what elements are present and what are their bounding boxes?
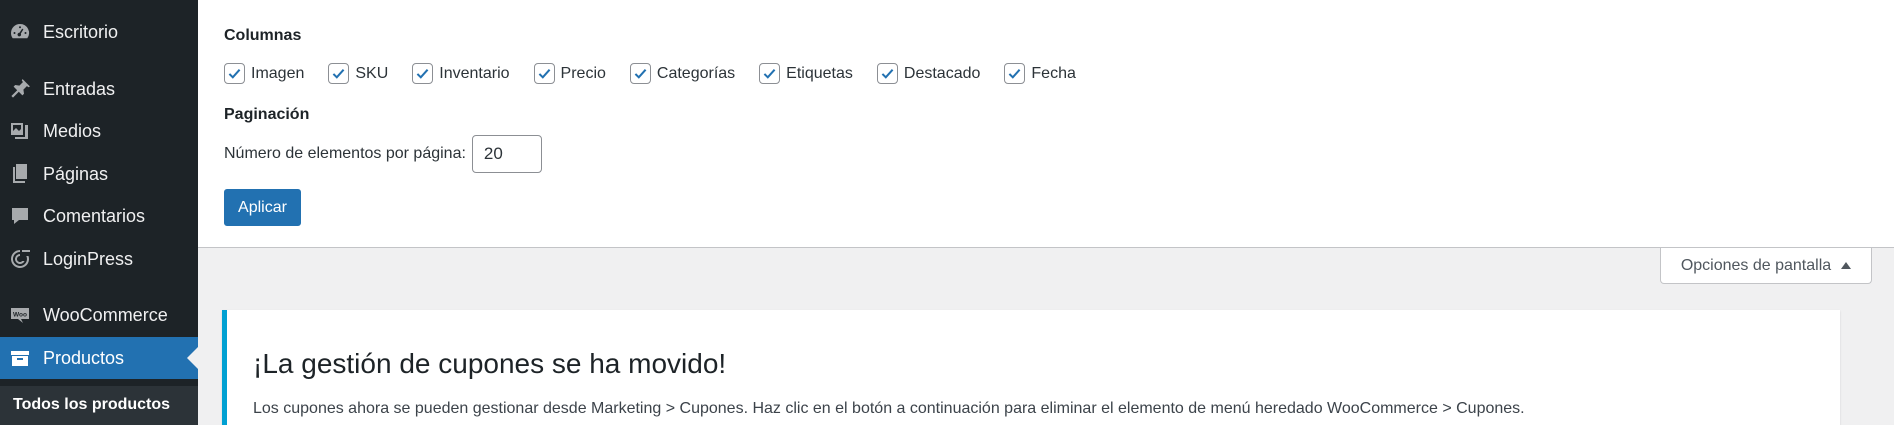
checkmark-icon [416,68,429,79]
checkmark-icon [763,68,776,79]
svg-text:Woo: Woo [13,312,27,319]
column-label: Imagen [251,64,305,82]
sidebar-item-medios[interactable]: Medios [0,110,198,152]
sidebar-item-label: Comentarios [43,205,146,226]
column-label: Precio [560,64,606,82]
checkbox[interactable] [876,63,898,84]
sidebar-item-escritorio[interactable]: Escritorio [0,11,198,53]
per-page-row: Número de elementos por página: [224,135,542,173]
column-label: Categorías [656,64,736,82]
column-toggle-imagen[interactable]: Imagen [224,63,304,84]
column-toggle-fecha[interactable]: Fecha [1004,63,1076,84]
pagination-heading: Paginación [224,106,310,123]
screen-options-toggle-button[interactable]: Opciones de pantalla [1660,248,1872,284]
sidebar-item-label: Productos [43,347,125,368]
apply-button[interactable]: Aplicar [224,189,301,226]
sidebar-item-woocommerce[interactable]: Woo WooCommerce [0,294,198,336]
sidebar-item-comentarios[interactable]: Comentarios [0,195,198,237]
per-page-input[interactable] [471,135,542,173]
column-label: Etiquetas [786,64,853,82]
sidebar-item-label: Entradas [43,78,116,99]
woo-icon: Woo [7,302,33,328]
dashboard-icon [7,19,33,45]
submenu-item-todos-los-productos[interactable]: Todos los productos [13,396,170,414]
sidebar-item-label: Escritorio [43,21,119,42]
sidebar-item-label: WooCommerce [43,304,168,325]
checkmark-icon [228,68,241,79]
sidebar-item-loginpress[interactable]: LoginPress [0,238,198,280]
column-label: SKU [355,64,389,82]
columns-checkbox-row: Imagen SKU Inventario Precio Categorías … [224,63,1100,84]
media-icon [7,118,33,144]
checkbox[interactable] [533,63,555,84]
sidebar-item-entradas[interactable]: Entradas [0,68,198,110]
checkbox[interactable] [1004,63,1026,84]
checkmark-icon [634,68,647,79]
sidebar-item-paginas[interactable]: Páginas [0,153,198,195]
column-toggle-destacado[interactable]: Destacado [876,63,981,84]
checkmark-icon [881,68,894,79]
checkbox[interactable] [629,63,651,84]
loginpress-icon [7,246,33,272]
column-label: Inventario [439,64,510,82]
column-toggle-inventario[interactable]: Inventario [412,63,510,84]
screen-options-toggle-label: Opciones de pantalla [1680,256,1832,274]
sidebar-item-productos[interactable]: Productos [0,337,198,379]
checkmark-icon [333,68,345,79]
columns-heading: Columnas [224,27,302,44]
column-label: Destacado [903,64,981,82]
notice-text: Los cupones ahora se pueden gestionar de… [253,400,1525,417]
caret-up-icon [1841,262,1852,269]
coupon-notice: ¡La gestión de cupones se ha movido! Los… [222,310,1840,425]
sidebar-item-label: LoginPress [43,248,134,269]
sidebar-submenu: Todos los productos [0,386,198,425]
products-icon [7,345,33,371]
screen-options-panel: Columnas Imagen SKU Inventario Precio Ca… [198,0,1894,248]
admin-sidebar: Escritorio Entradas Medios Páginas Comen… [0,0,198,425]
column-toggle-sku[interactable]: SKU [328,63,388,84]
checkmark-icon [1009,68,1021,79]
checkbox[interactable] [328,63,350,84]
column-label: Fecha [1031,64,1076,82]
sidebar-item-label: Páginas [43,163,109,184]
checkbox[interactable] [412,63,434,84]
pin-icon [7,76,33,102]
checkmark-icon [538,68,550,79]
comment-icon [7,203,33,229]
pages-icon [7,161,33,187]
checkbox[interactable] [224,63,245,84]
column-toggle-categorias[interactable]: Categorías [629,63,736,84]
column-toggle-precio[interactable]: Precio [533,63,606,84]
column-toggle-etiquetas[interactable]: Etiquetas [759,63,853,84]
checkbox[interactable] [759,63,781,84]
per-page-label: Número de elementos por página: [224,145,466,162]
notice-title: ¡La gestión de cupones se ha movido! [253,348,727,379]
sidebar-item-label: Medios [43,120,102,141]
